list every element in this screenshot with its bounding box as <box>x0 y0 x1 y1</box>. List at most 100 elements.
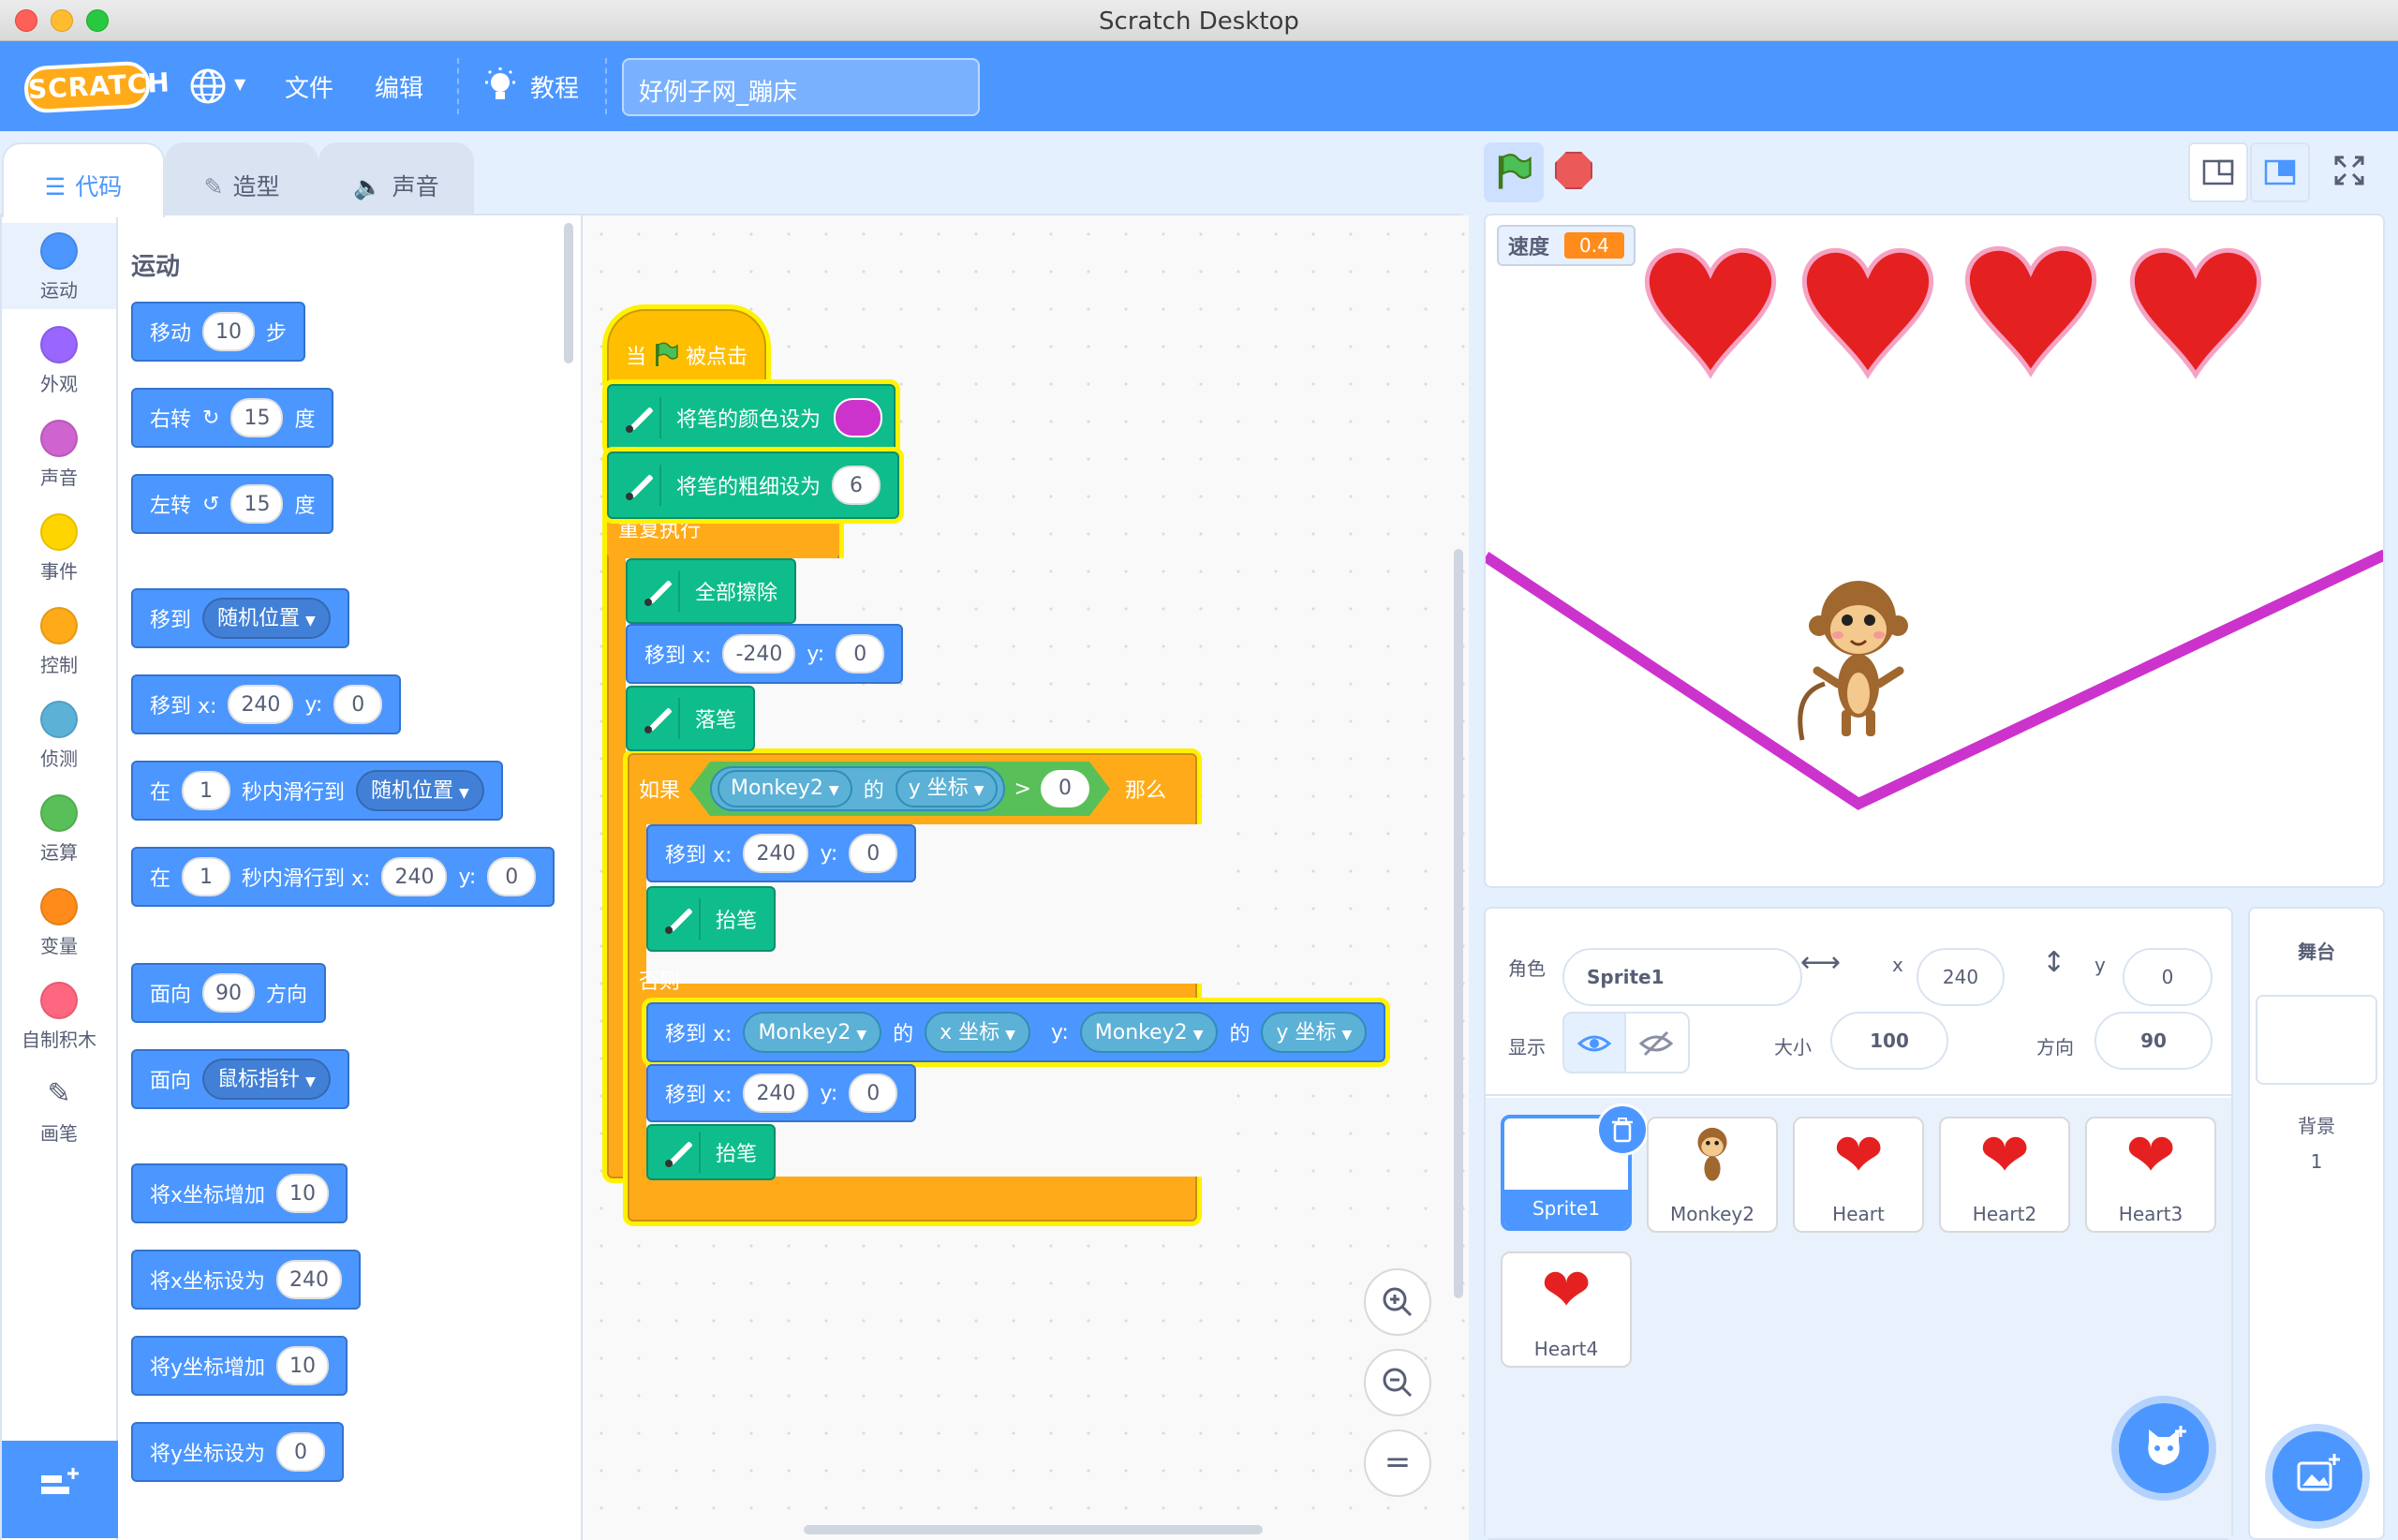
y-input[interactable]: 0 <box>487 857 537 896</box>
category-item[interactable]: 运动 <box>2 223 116 309</box>
category-item[interactable]: 事件 <box>2 504 116 590</box>
direction-input[interactable]: 90 <box>2095 1012 2213 1070</box>
sprite-thumbnail-heart[interactable]: ❤ Heart <box>1793 1117 1924 1233</box>
pen-down-block[interactable]: 落笔 <box>626 686 756 751</box>
category-item[interactable]: 外观 <box>2 317 116 403</box>
goto-xy-block[interactable]: 移到 x: 240 y: 0 <box>131 674 402 734</box>
tab-costumes[interactable]: ✎ 造型 <box>165 142 318 215</box>
seconds-input[interactable]: 1 <box>182 857 231 896</box>
point-towards-block[interactable]: 面向 鼠标指针 ▼ <box>131 1049 349 1109</box>
edit-menu[interactable]: 编辑 <box>375 69 423 104</box>
zoom-out-button[interactable] <box>1364 1349 1431 1416</box>
workspace-vertical-scrollbar[interactable] <box>1454 549 1463 1298</box>
delete-sprite-button[interactable] <box>1596 1103 1649 1156</box>
when-flag-clicked-hat[interactable]: 当 被点击 <box>607 309 767 388</box>
sprite-dropdown[interactable]: Monkey2 ▼ <box>718 770 852 807</box>
point-towards-dropdown[interactable]: 鼠标指针 ▼ <box>202 1059 331 1100</box>
category-item[interactable]: 自制积木 <box>2 972 116 1059</box>
category-item[interactable]: 侦测 <box>2 691 116 777</box>
property-dropdown[interactable]: y 坐标 ▼ <box>1261 1012 1368 1053</box>
seconds-input[interactable]: 1 <box>182 771 231 810</box>
pen-color-swatch[interactable] <box>834 398 883 437</box>
y-input[interactable]: 0 <box>276 1432 326 1472</box>
zoom-in-button[interactable] <box>1364 1268 1431 1336</box>
project-title-input[interactable]: 好例子网_蹦床 <box>622 58 980 116</box>
sprite-name-input[interactable]: Sprite1 <box>1562 948 1802 1006</box>
add-backdrop-button[interactable] <box>2272 1431 2362 1521</box>
dx-input[interactable]: 10 <box>276 1174 330 1213</box>
greater-than-operator[interactable]: Monkey2 ▼ 的 y 坐标 ▼ > 0 <box>689 762 1110 816</box>
x-input[interactable]: -240 <box>722 634 796 674</box>
sprite-thumbnail-heart4[interactable]: ❤ Heart4 <box>1501 1251 1632 1368</box>
category-item[interactable]: 控制 <box>2 598 116 684</box>
sprite-thumbnail-heart3[interactable]: ❤ Heart3 <box>2085 1117 2216 1233</box>
category-item[interactable]: 运算 <box>2 785 116 871</box>
scratch-logo[interactable]: SCRATCH <box>22 60 171 114</box>
size-input[interactable]: 100 <box>1830 1012 1948 1070</box>
hide-sprite-button[interactable] <box>1626 1012 1690 1074</box>
property-dropdown[interactable]: y 坐标 ▼ <box>896 770 998 807</box>
x-input[interactable]: 240 <box>276 1260 343 1299</box>
stage-target-pane[interactable]: 舞台 背景 1 <box>2248 907 2385 1540</box>
sprite-thumbnail-heart2[interactable]: ❤ Heart2 <box>1939 1117 2070 1233</box>
y-input[interactable]: 0 <box>849 834 898 873</box>
x-input[interactable]: 240 <box>228 685 294 724</box>
glide-to-xy-block[interactable]: 在 1 秒内滑行到 x: 240 y: 0 <box>131 847 555 907</box>
add-extension-button[interactable] <box>2 1441 118 1538</box>
goto-target-dropdown[interactable]: 随机位置 ▼ <box>202 598 331 639</box>
x-input[interactable]: 240 <box>743 1074 809 1113</box>
clear-block[interactable]: 全部擦除 <box>626 558 797 624</box>
set-pen-size-block[interactable]: 将笔的粗细设为 6 <box>607 452 900 519</box>
y-input[interactable]: 0 <box>836 634 885 674</box>
turn-right-block[interactable]: 右转 ↻ 15 度 <box>131 388 334 448</box>
pen-up-block[interactable]: 抬笔 <box>646 1124 777 1180</box>
tab-sounds[interactable]: 🔈 声音 <box>318 142 474 215</box>
goto-xy-block[interactable]: 移到 x: 240 y: 0 <box>646 824 917 882</box>
x-input[interactable]: 240 <box>743 834 809 873</box>
category-item[interactable]: 声音 <box>2 410 116 496</box>
sprite-thumbnail-monkey2[interactable]: Monkey2 <box>1647 1117 1778 1233</box>
zoom-reset-button[interactable]: = <box>1364 1429 1431 1497</box>
show-sprite-button[interactable] <box>1562 1012 1626 1074</box>
y-input[interactable]: 0 <box>849 1074 898 1113</box>
property-dropdown[interactable]: x 坐标 ▼ <box>925 1012 1030 1053</box>
goto-xy-block[interactable]: 移到 x: 240 y: 0 <box>646 1064 917 1122</box>
script-workspace[interactable]: 重复执行 ⤴ 否则 当 被点击 将笔的颜色设为 将笔的粗细设为6 全部擦除 移到… <box>583 215 1469 1540</box>
variable-monitor[interactable]: 速度 0.4 <box>1497 225 1636 266</box>
category-item[interactable]: ✎ 画笔 <box>2 1066 116 1152</box>
language-menu[interactable]: ▼ <box>187 66 253 107</box>
sensing-of-reporter[interactable]: Monkey2 ▼ 的 y 坐标 ▼ <box>710 766 1005 811</box>
set-y-block[interactable]: 将y坐标设为 0 <box>131 1422 345 1482</box>
stage-canvas[interactable]: 速度 0.4 <box>1484 214 2385 888</box>
pen-size-input[interactable]: 6 <box>832 466 881 505</box>
set-x-block[interactable]: 将x坐标设为 240 <box>131 1250 362 1310</box>
large-stage-button[interactable] <box>2250 142 2310 202</box>
dy-input[interactable]: 10 <box>276 1346 330 1385</box>
y-position-input[interactable]: 0 <box>2123 948 2213 1006</box>
green-flag-button[interactable] <box>1484 142 1544 202</box>
degrees-input[interactable]: 15 <box>230 484 284 524</box>
glide-target-dropdown[interactable]: 随机位置 ▼ <box>356 770 484 811</box>
y-input[interactable]: 0 <box>333 685 383 724</box>
degrees-input[interactable]: 15 <box>230 398 284 437</box>
tab-code[interactable]: ☰ 代码 <box>2 142 165 217</box>
add-sprite-button[interactable] <box>2119 1403 2209 1493</box>
change-x-block[interactable]: 将x坐标增加 10 <box>131 1163 348 1223</box>
stop-button[interactable] <box>1555 152 1592 189</box>
goto-xy-block[interactable]: 移到 x: -240 y: 0 <box>626 624 904 684</box>
x-position-input[interactable]: 240 <box>1917 948 2005 1006</box>
steps-input[interactable]: 10 <box>202 312 256 351</box>
point-in-direction-block[interactable]: 面向 90 方向 <box>131 963 327 1023</box>
sensing-of-reporter[interactable]: Monkey2 ▼ <box>743 1012 882 1053</box>
small-stage-button[interactable] <box>2188 142 2248 202</box>
file-menu[interactable]: 文件 <box>285 69 333 104</box>
goto-target-block[interactable]: 移到 随机位置 ▼ <box>131 588 349 648</box>
glide-to-target-block[interactable]: 在 1 秒内滑行到 随机位置 ▼ <box>131 761 503 821</box>
pen-up-block[interactable]: 抬笔 <box>646 886 777 952</box>
goto-xy-block[interactable]: 移到 x: Monkey2 ▼ 的 x 坐标 ▼ y: Monkey2 ▼ 的 y 坐… <box>646 1002 1386 1062</box>
set-pen-color-block[interactable]: 将笔的颜色设为 <box>607 384 896 452</box>
sensing-of-reporter[interactable]: Monkey2 ▼ <box>1079 1012 1219 1053</box>
turn-left-block[interactable]: 左转 ↺ 15 度 <box>131 474 334 534</box>
change-y-block[interactable]: 将y坐标增加 10 <box>131 1336 348 1396</box>
fullscreen-button[interactable] <box>2321 142 2381 202</box>
